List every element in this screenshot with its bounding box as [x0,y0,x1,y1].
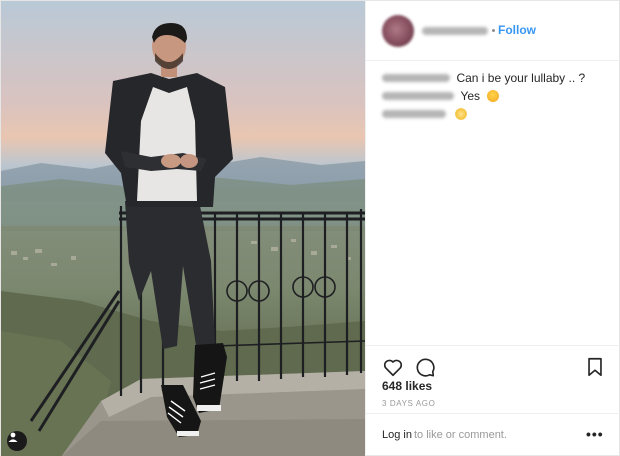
comment-author-redacted[interactable] [382,73,450,82]
comment-item [382,105,468,121]
sun-emoji-icon [455,107,468,120]
comment-text: Yes [460,88,481,103]
login-prompt-text: to like or comment. [414,429,507,441]
likes-count[interactable]: 648 likes [382,379,432,393]
photo-scene [1,23,365,456]
comment-author-redacted[interactable] [382,109,446,118]
comment-item: Can i be your lullaby .. ? [382,69,585,85]
post-header: Follow [366,1,620,61]
post-sidebar: Follow Can i be your lullaby .. ? Yes 64… [365,1,620,456]
instagram-post: Follow Can i be your lullaby .. ? Yes 64… [0,0,620,456]
separator-dot [492,29,495,32]
username-redacted[interactable] [422,27,488,35]
login-link[interactable]: Log in [382,429,412,441]
comment-author-redacted[interactable] [382,91,454,100]
login-bar: Log in to like or comment. ••• [366,413,620,456]
avatar[interactable] [382,15,414,47]
follow-button[interactable]: Follow [498,23,536,37]
comment-item: Yes [382,87,500,103]
tongue-emoji-icon [487,89,500,102]
comment-icon[interactable] [414,356,436,378]
more-options-button[interactable]: ••• [586,426,604,442]
comment-text: Can i be your lullaby .. ? [456,70,586,85]
user-tag-icon[interactable] [7,431,27,451]
heart-icon[interactable] [382,356,404,378]
post-timestamp[interactable]: 3 DAYS AGO [382,399,435,408]
bookmark-icon[interactable] [584,356,606,378]
post-photo[interactable] [1,1,365,456]
